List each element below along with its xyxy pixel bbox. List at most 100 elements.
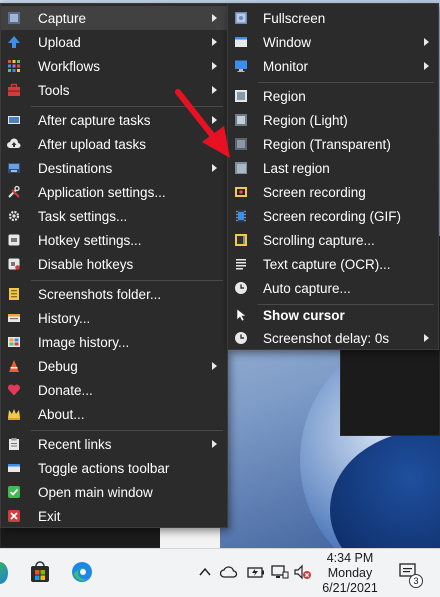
menu-item-hotkey-settings[interactable]: Hotkey settings...: [1, 228, 227, 252]
edge-icon[interactable]: [70, 560, 94, 584]
menu-item-fullscreen[interactable]: Fullscreen: [228, 6, 438, 30]
submenu-arrow-icon: [424, 62, 429, 70]
menu-item-label: Show cursor: [263, 307, 345, 323]
menu-item-label: Scrolling capture...: [263, 232, 375, 248]
volume-muted-icon[interactable]: [293, 564, 313, 580]
menu-item-image-history[interactable]: Image history...: [1, 330, 227, 354]
menu-item-label: Debug: [38, 358, 78, 374]
menu-item-screenshot-delay[interactable]: Screenshot delay: 0s: [228, 326, 438, 350]
clock-icon: [235, 282, 247, 294]
annotation-arrow-icon: [175, 89, 230, 158]
menu-item-exit[interactable]: Exit: [1, 504, 227, 528]
menu-item-recent-links[interactable]: Recent links: [1, 432, 227, 456]
window-icon: [235, 37, 247, 47]
menu-item-label: Hotkey settings...: [38, 232, 142, 248]
menu-item-label: Fullscreen: [263, 10, 326, 26]
screen-recording-icon: [235, 187, 247, 197]
menu-item-label: Region: [263, 88, 306, 104]
clipboard-icon: [9, 438, 19, 450]
submenu-arrow-icon: [424, 334, 429, 342]
clock-day: Monday: [327, 566, 373, 580]
menu-item-region-light[interactable]: Region (Light): [228, 108, 438, 132]
menu-item-label: Destinations: [38, 160, 113, 176]
menu-item-label: Task settings...: [38, 208, 128, 224]
menu-item-label: Tools: [38, 82, 70, 98]
menu-item-screen-recording[interactable]: Screen recording: [228, 180, 438, 204]
hotkey-icon: [8, 234, 20, 246]
menu-item-last-region[interactable]: Last region: [228, 156, 438, 180]
menu-item-auto-capture[interactable]: Auto capture...: [228, 276, 438, 300]
disable-hotkeys-icon: [8, 258, 20, 270]
menu-item-label: Toggle actions toolbar: [38, 460, 170, 476]
taskbar-clock[interactable]: 4:34 PM Monday 6/21/2021: [318, 551, 382, 596]
after-capture-icon: [8, 116, 20, 124]
menu-item-label: Region (Transparent): [263, 136, 391, 152]
menu-item-label: Region (Light): [263, 112, 348, 128]
folder-icon: [9, 288, 19, 300]
store-icon[interactable]: [28, 560, 52, 584]
submenu-arrow-icon: [424, 38, 429, 46]
menu-item-toggle-actions-toolbar[interactable]: Toggle actions toolbar: [1, 456, 227, 480]
menu-item-label: After upload tasks: [38, 136, 147, 152]
menu-item-label: Auto capture...: [263, 280, 351, 296]
menu-item-text-capture-ocr[interactable]: Text capture (OCR)...: [228, 252, 438, 276]
menu-separator: [258, 82, 434, 83]
fullscreen-icon: [235, 12, 247, 24]
menu-item-label: About...: [38, 406, 85, 422]
menu-item-disable-hotkeys[interactable]: Disable hotkeys: [1, 252, 227, 276]
menu-item-monitor[interactable]: Monitor: [228, 54, 438, 78]
clock-date: 6/21/2021: [322, 581, 378, 595]
menu-item-open-main-window[interactable]: Open main window: [1, 480, 227, 504]
menu-item-region[interactable]: Region: [228, 84, 438, 108]
menu-item-workflows[interactable]: Workflows: [1, 54, 227, 78]
debug-icon: [9, 360, 19, 372]
menu-item-history[interactable]: History...: [1, 306, 227, 330]
menu-item-about[interactable]: About...: [1, 402, 227, 426]
menu-item-scrolling-capture[interactable]: Scrolling capture...: [228, 228, 438, 252]
menu-item-debug[interactable]: Debug: [1, 354, 227, 378]
menu-item-label: After capture tasks: [38, 112, 151, 128]
clock-time: 4:34 PM: [326, 551, 374, 565]
menu-item-show-cursor[interactable]: Show cursor: [228, 303, 438, 327]
toolbar-icon: [8, 464, 20, 472]
menu-item-label: Screenshot delay: 0s: [263, 330, 390, 346]
submenu-arrow-icon: [212, 62, 217, 70]
crown-icon: [8, 409, 20, 420]
menu-item-label: Window: [263, 34, 312, 50]
menu-item-screenshots-folder[interactable]: Screenshots folder...: [1, 282, 227, 306]
menu-item-upload[interactable]: Upload: [1, 30, 227, 54]
menu-item-label: Exit: [38, 508, 61, 524]
notification-count-badge: 3: [409, 574, 423, 588]
capture-submenu: Fullscreen Window Monitor Region Region …: [227, 3, 439, 350]
menu-item-region-transparent[interactable]: Region (Transparent): [228, 132, 438, 156]
menu-item-screen-recording-gif[interactable]: Screen recording (GIF): [228, 204, 438, 228]
menu-item-label: Screen recording: [263, 184, 366, 200]
submenu-arrow-icon: [212, 38, 217, 46]
tools-icon: [8, 83, 20, 96]
destinations-icon: [8, 163, 20, 173]
menu-item-window[interactable]: Window: [228, 30, 438, 54]
menu-item-label: Image history...: [38, 334, 130, 350]
exit-icon: [8, 510, 20, 522]
heart-icon: [7, 384, 21, 396]
submenu-arrow-icon: [212, 440, 217, 448]
app-settings-icon: [8, 185, 20, 198]
menu-item-capture[interactable]: Capture: [1, 6, 227, 30]
submenu-arrow-icon: [212, 362, 217, 370]
menu-item-label: Upload: [38, 34, 81, 50]
text-capture-icon: [236, 259, 246, 270]
chevron-up-icon[interactable]: [198, 566, 212, 578]
image-history-icon: [8, 337, 20, 347]
cloud-icon[interactable]: [220, 565, 238, 579]
menu-item-label: Screenshots folder...: [38, 286, 162, 302]
cursor-icon: [236, 308, 247, 322]
menu-item-label: Last region: [263, 160, 330, 176]
menu-item-application-settings[interactable]: Application settings...: [1, 180, 227, 204]
menu-item-label: Donate...: [38, 382, 93, 398]
menu-item-donate[interactable]: Donate...: [1, 378, 227, 402]
menu-item-task-settings[interactable]: Task settings...: [1, 204, 227, 228]
battery-icon[interactable]: [246, 564, 266, 580]
menu-item-label: Monitor: [263, 58, 309, 74]
network-icon[interactable]: [270, 564, 290, 580]
sharex-tray-menu: Capture Upload Workflows Tools After cap…: [0, 3, 228, 528]
